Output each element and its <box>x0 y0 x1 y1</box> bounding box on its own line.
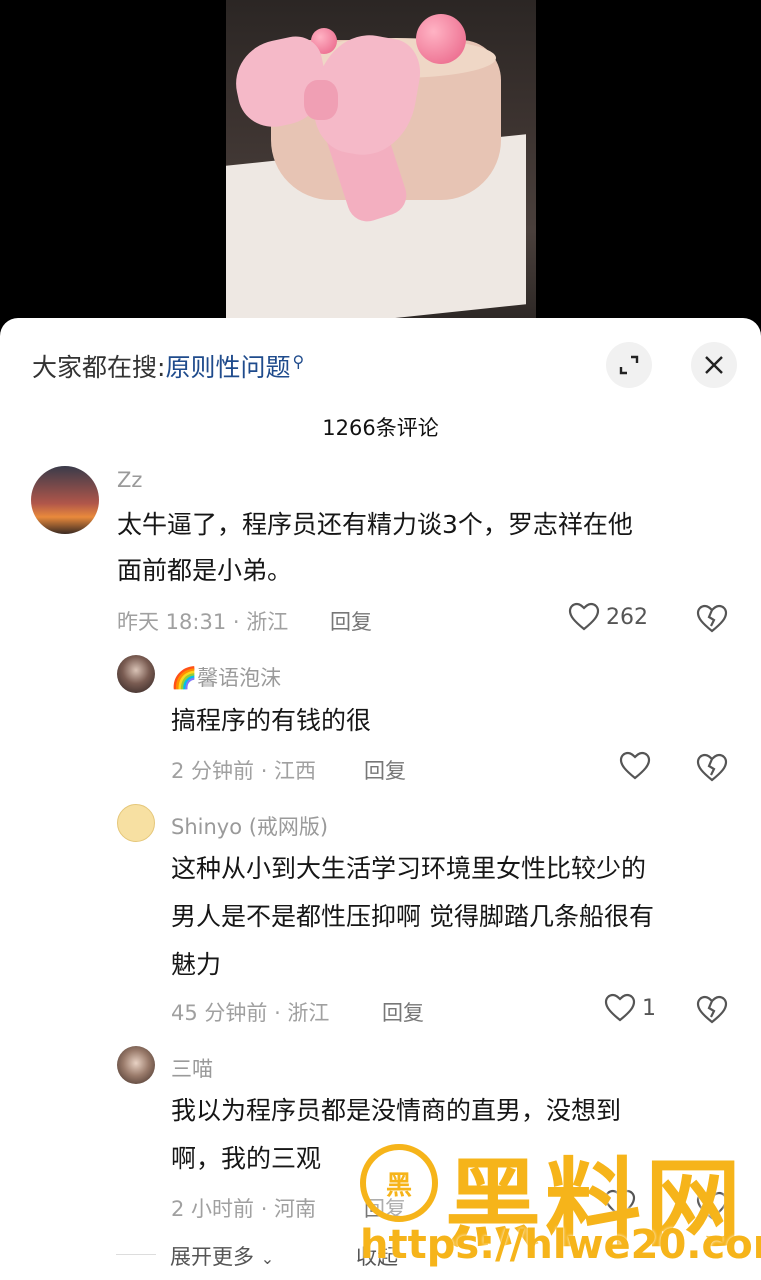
chevron-down-icon: ⌄ <box>260 1249 275 1268</box>
comment-author[interactable]: 三喵 <box>171 1053 213 1083</box>
like-button[interactable]: 262 <box>568 602 648 632</box>
search-suggestion[interactable]: 大家都在搜:原则性问题 ⚲ <box>32 348 304 384</box>
comment-text-line: 这种从小到大生活学习环境里女性比较少的 <box>171 854 647 883</box>
comment-text-line: 男人是不是都性压抑啊 觉得脚踏几条船很有 <box>171 902 654 931</box>
dislike-button[interactable] <box>696 604 728 634</box>
fullscreen-button[interactable] <box>606 342 652 388</box>
dislike-button[interactable] <box>696 995 728 1025</box>
comment-author[interactable]: Shinyo (戒网版) <box>171 811 328 841</box>
divider <box>116 1254 156 1255</box>
reply-button[interactable]: 回复 <box>364 755 406 785</box>
expand-more-button[interactable]: 展开更多 ⌄ <box>170 1241 274 1271</box>
broken-heart-icon <box>696 753 728 782</box>
video-frame-cake-image <box>226 0 536 330</box>
comment-sheet: 大家都在搜:原则性问题 ⚲ 1266条评论 Zz 太牛逼了，程序员还有精力谈3个，… <box>0 318 761 1280</box>
reply-button[interactable]: 回复 <box>330 606 372 636</box>
comment-text-line: 搞程序的有钱的很 <box>171 706 372 735</box>
heart-icon <box>568 602 600 631</box>
comment-text-line: 魅力 <box>171 950 222 979</box>
like-count: 262 <box>606 604 648 630</box>
comment-meta: 2 小时前 · 河南 <box>171 1197 317 1221</box>
comment-meta: 45 分钟前 · 浙江 <box>171 1001 330 1025</box>
watermark-logo: 黑 <box>360 1144 438 1222</box>
avatar[interactable] <box>117 655 155 693</box>
dislike-button[interactable] <box>696 753 728 783</box>
heart-icon <box>619 751 651 780</box>
watermark-url: https://hlwe20.com <box>360 1222 761 1268</box>
comment-author[interactable]: 🌈馨语泡沫 <box>171 662 281 692</box>
comment-text-line: 啊，我的三观 <box>171 1144 322 1173</box>
search-icon: ⚲ <box>292 351 305 371</box>
heart-icon <box>604 993 636 1022</box>
search-prefix: 大家都在搜: <box>32 353 166 382</box>
broken-heart-icon <box>696 604 728 633</box>
like-button[interactable]: 1 <box>604 993 656 1023</box>
avatar[interactable] <box>117 804 155 842</box>
comment-author[interactable]: Zz <box>117 468 142 492</box>
comment-text-line: 太牛逼了，程序员还有精力谈3个，罗志祥在他 <box>117 510 633 539</box>
like-button[interactable] <box>619 751 651 781</box>
avatar[interactable] <box>117 1046 155 1084</box>
comment-text-line: 面前都是小弟。 <box>117 556 293 585</box>
search-query-link[interactable]: 原则性问题 <box>165 353 290 382</box>
close-button[interactable] <box>691 342 737 388</box>
video-player[interactable] <box>0 0 761 330</box>
reply-button[interactable]: 回复 <box>382 997 424 1027</box>
close-icon <box>705 356 723 374</box>
expand-more-label: 展开更多 <box>170 1245 254 1269</box>
expand-icon <box>619 355 639 375</box>
comment-meta: 昨天 18:31 · 浙江 <box>117 610 289 634</box>
broken-heart-icon <box>696 995 728 1024</box>
comment-meta: 2 分钟前 · 江西 <box>171 759 317 783</box>
avatar[interactable] <box>31 466 99 534</box>
comment-count: 1266条评论 <box>322 416 439 440</box>
like-count: 1 <box>642 995 656 1021</box>
